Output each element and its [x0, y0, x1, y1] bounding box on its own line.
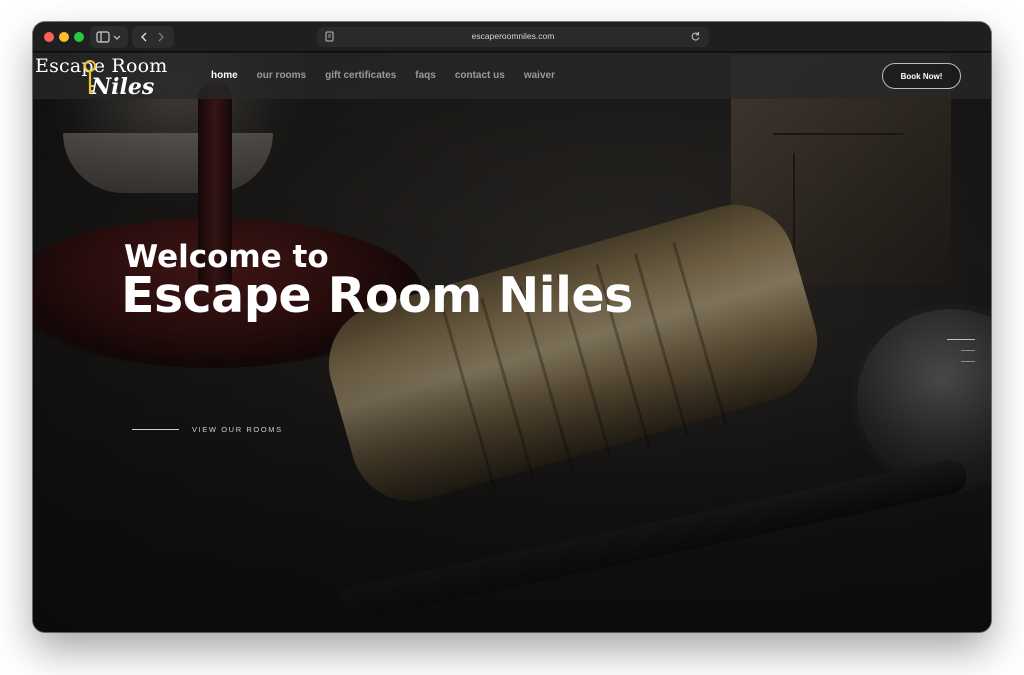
close-window-button[interactable] [44, 32, 54, 42]
cta-divider [132, 429, 179, 430]
chevron-left-icon[interactable] [137, 31, 153, 43]
nav-gift-certificates[interactable]: gift certificates [325, 70, 396, 81]
view-rooms-link[interactable]: VIEW OUR ROOMS [132, 425, 283, 434]
site-logo[interactable]: Escape Room Niles [35, 55, 185, 100]
logo-line2: Niles [91, 74, 155, 100]
nav-faqs[interactable]: faqs [415, 70, 436, 81]
web-page: Escape Room Niles home our rooms gift ce… [33, 53, 991, 632]
main-nav: home our rooms gift certificates faqs co… [211, 70, 574, 81]
hero-background-image [33, 53, 991, 632]
sidebar-toggle-button[interactable] [90, 26, 128, 48]
reload-icon[interactable] [690, 31, 701, 42]
zoom-window-button[interactable] [74, 32, 84, 42]
nav-our-rooms[interactable]: our rooms [257, 70, 306, 81]
cta-label: VIEW OUR ROOMS [192, 425, 283, 434]
nav-waiver[interactable]: waiver [524, 70, 555, 81]
chevron-right-icon[interactable] [153, 31, 169, 43]
address-bar[interactable]: escaperoomniles.com [317, 27, 709, 47]
nav-contact-us[interactable]: contact us [455, 70, 505, 81]
hero-title: Escape Room Niles [121, 267, 633, 324]
sidebar-icon [96, 31, 121, 43]
book-now-button[interactable]: Book Now! [882, 63, 961, 89]
history-nav [132, 26, 174, 48]
browser-window: escaperoomniles.com Escape Room Niles ho… [33, 22, 991, 632]
browser-toolbar: escaperoomniles.com [33, 22, 991, 52]
minimize-window-button[interactable] [59, 32, 69, 42]
nav-home[interactable]: home [211, 70, 238, 81]
site-header: Escape Room Niles home our rooms gift ce… [33, 53, 991, 100]
url-text: escaperoomniles.com [471, 31, 555, 41]
slider-indicator[interactable] [945, 337, 975, 367]
